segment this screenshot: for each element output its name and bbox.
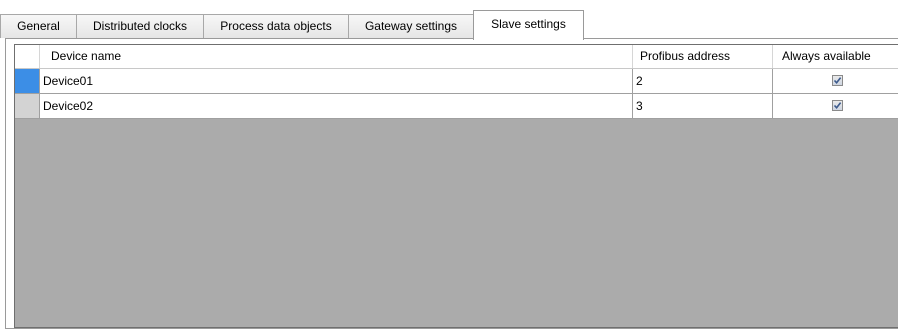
device-name-cell[interactable]: Device01 [40, 69, 633, 93]
profibus-address-cell[interactable]: 3 [633, 94, 773, 118]
tab-general[interactable]: General [0, 14, 77, 38]
profibus-address-cell[interactable]: 2 [633, 69, 773, 93]
always-available-cell[interactable] [773, 69, 898, 93]
device-grid: Device name Profibus address Always avai… [14, 44, 898, 328]
slave-settings-panel: Device name Profibus address Always avai… [5, 38, 898, 329]
row-selector[interactable] [15, 94, 40, 118]
tab-process-data-objects[interactable]: Process data objects [203, 14, 349, 38]
tab-strip: General Distributed clocks Process data … [0, 10, 898, 40]
tab-gateway-settings[interactable]: Gateway settings [348, 14, 474, 38]
tab-distributed-clocks[interactable]: Distributed clocks [76, 14, 204, 38]
checkbox-checked-icon[interactable] [832, 75, 843, 86]
table-row[interactable]: Device02 3 [15, 94, 898, 119]
tab-slave-settings[interactable]: Slave settings [473, 10, 584, 40]
slave-settings-window: General Distributed clocks Process data … [0, 0, 898, 329]
column-header-profibus-address[interactable]: Profibus address [633, 45, 773, 68]
header-row-selector [15, 45, 40, 68]
column-header-device-name[interactable]: Device name [40, 45, 633, 68]
table-row[interactable]: Device01 2 [15, 69, 898, 94]
column-header-always-available[interactable]: Always available [773, 45, 898, 68]
grid-header-row: Device name Profibus address Always avai… [15, 45, 898, 69]
row-selector[interactable] [15, 69, 40, 93]
checkbox-checked-icon[interactable] [832, 100, 843, 111]
always-available-cell[interactable] [773, 94, 898, 118]
device-name-cell[interactable]: Device02 [40, 94, 633, 118]
